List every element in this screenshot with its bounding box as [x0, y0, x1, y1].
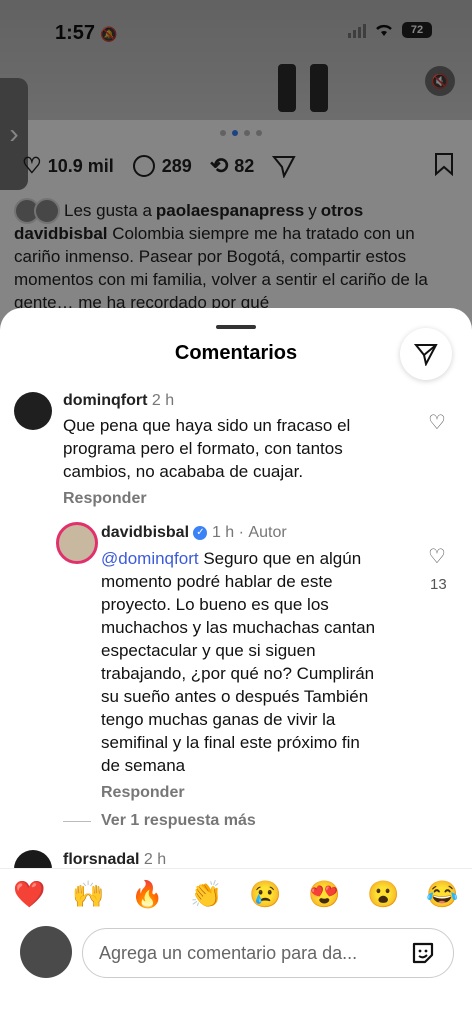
emoji-heart-eyes[interactable]: 😍 [308, 879, 340, 910]
sheet-handle[interactable] [216, 325, 256, 329]
comment-time: 1 h [211, 524, 235, 541]
like-comment-icon[interactable]: ♡ [428, 410, 446, 435]
comments-sheet: Comentarios dominqfort 2 h Que pena que … [0, 308, 472, 1024]
verified-icon: ✓ [193, 525, 208, 540]
comment-header: dominqfort 2 h [63, 392, 174, 410]
share-button[interactable] [400, 328, 452, 380]
emoji-surprised[interactable]: 😮 [367, 879, 399, 910]
like-comment-icon[interactable]: ♡ [428, 544, 446, 569]
comment-text: @dominqfort Seguro que en algún momento … [101, 549, 376, 775]
mention-link[interactable]: @dominqfort [101, 549, 199, 568]
comment-header: davidbisbal ✓ 1 h · Autor [101, 524, 287, 541]
emoji-clap[interactable]: 👏 [190, 879, 222, 910]
comment-time: 2 h [143, 851, 167, 868]
comment-time: 2 h [151, 392, 175, 409]
comment-header: florsnadal 2 h [63, 851, 166, 869]
emoji-raising-hands[interactable]: 🙌 [72, 879, 104, 910]
reply-button[interactable]: Responder [101, 784, 185, 802]
author-tag: Autor [248, 524, 287, 541]
comment-input[interactable]: Agrega un comentario para da... [82, 928, 454, 978]
avatar[interactable] [14, 392, 52, 430]
comment-username[interactable]: davidbisbal [101, 524, 189, 541]
comment-likes-count: 13 [430, 576, 447, 593]
emoji-laughing[interactable]: 😂 [426, 879, 458, 910]
emoji-fire[interactable]: 🔥 [131, 879, 163, 910]
comment-composer: Agrega un comentario para da... [0, 918, 472, 1024]
comment-input-placeholder: Agrega un comentario para da... [99, 942, 358, 963]
emoji-bar: ❤️ 🙌 🔥 👏 😢 😍 😮 😂 [0, 868, 472, 919]
view-more-replies[interactable]: Ver 1 respuesta más [63, 812, 256, 830]
emoji-heart[interactable]: ❤️ [13, 879, 45, 910]
avatar [20, 926, 72, 978]
comment-text: Que pena que haya sido un fracaso el pro… [63, 416, 351, 481]
sticker-icon[interactable] [410, 940, 436, 966]
send-icon [414, 344, 438, 366]
emoji-crying[interactable]: 😢 [249, 879, 281, 910]
comment-username[interactable]: florsnadal [63, 851, 139, 868]
reply-button[interactable]: Responder [63, 490, 147, 508]
comment-username[interactable]: dominqfort [63, 392, 147, 409]
avatar[interactable] [56, 522, 98, 564]
